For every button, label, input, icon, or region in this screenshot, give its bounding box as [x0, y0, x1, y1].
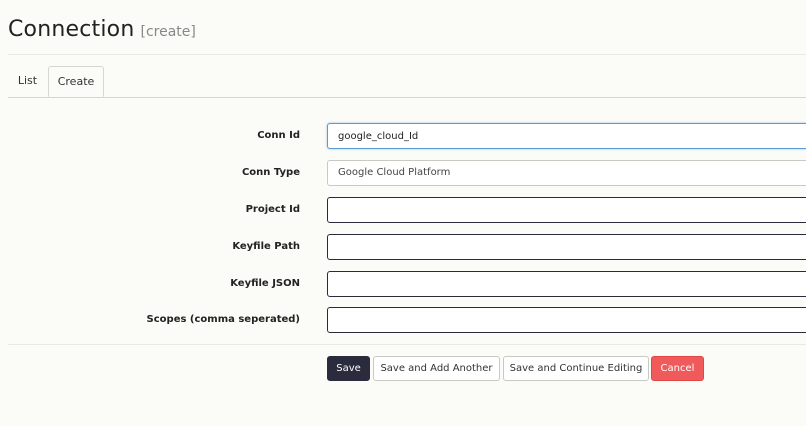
- page-subtitle: [create]: [140, 24, 196, 40]
- form-row-conn-id: Conn Id: [0, 123, 806, 149]
- project-id-label: Project Id: [245, 204, 300, 215]
- page: Connection [create] List Create Conn Id …: [0, 0, 806, 426]
- save-button[interactable]: Save: [327, 356, 370, 381]
- page-header: Connection [create]: [8, 17, 196, 47]
- project-id-input[interactable]: [327, 197, 806, 223]
- save-and-continue-editing-button[interactable]: Save and Continue Editing: [503, 356, 649, 381]
- keyfile-json-input[interactable]: [327, 271, 806, 297]
- scopes-label: Scopes (comma seperated): [146, 314, 300, 325]
- conn-id-input[interactable]: [327, 123, 806, 149]
- keyfile-path-label: Keyfile Path: [232, 241, 300, 252]
- tab-list[interactable]: List: [8, 66, 47, 96]
- conn-type-select[interactable]: Google Cloud Platform: [327, 160, 806, 186]
- form-divider: [8, 344, 806, 345]
- tab-create[interactable]: Create: [48, 66, 104, 97]
- save-and-add-another-button[interactable]: Save and Add Another: [373, 356, 500, 381]
- header-divider: [8, 54, 806, 55]
- tab-bar: List Create: [8, 66, 806, 98]
- cancel-button[interactable]: Cancel: [651, 356, 704, 381]
- keyfile-json-label: Keyfile JSON: [230, 278, 300, 289]
- conn-id-label: Conn Id: [257, 130, 300, 141]
- keyfile-path-input[interactable]: [327, 234, 806, 260]
- form-row-project-id: Project Id: [0, 197, 806, 223]
- scopes-input[interactable]: [327, 307, 806, 333]
- conn-type-label: Conn Type: [241, 167, 300, 178]
- form-row-keyfile-path: Keyfile Path: [0, 234, 806, 260]
- form-row-scopes: Scopes (comma seperated): [0, 307, 806, 333]
- form-row-conn-type: Conn Type Google Cloud Platform: [0, 160, 806, 186]
- form-row-keyfile-json: Keyfile JSON: [0, 271, 806, 297]
- page-title: Connection: [8, 17, 135, 42]
